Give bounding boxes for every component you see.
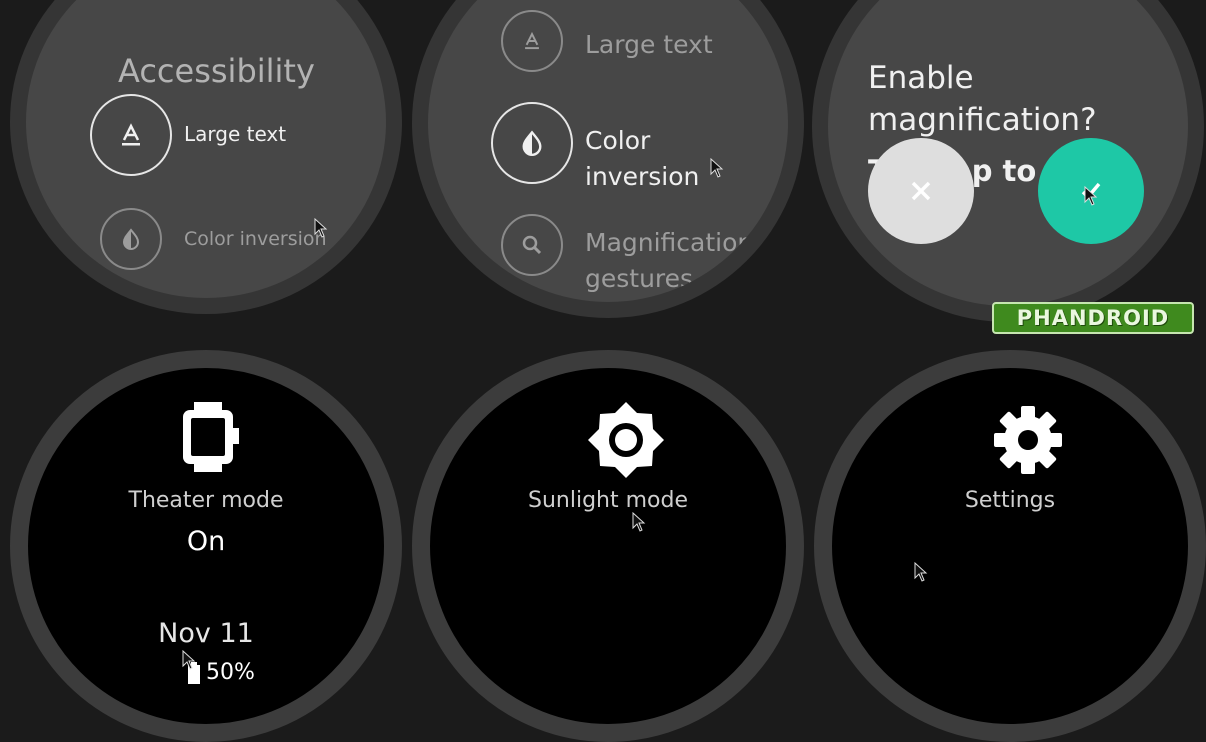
large-text-button[interactable]: [501, 10, 563, 72]
confirm-button[interactable]: [1038, 138, 1144, 244]
page-title: Accessibility: [118, 52, 315, 90]
battery-level: 50%: [206, 660, 255, 685]
large-text-label: Large text: [585, 30, 713, 59]
magnification-label-line2: gestures: [585, 264, 694, 293]
color-inversion-button[interactable]: [491, 102, 573, 184]
sunlight-icon: [588, 402, 664, 478]
large-text-label: Large text: [184, 122, 287, 146]
watch-accessibility-list: Large text Color inversion Magnification…: [412, 0, 804, 318]
large-text-icon: [122, 123, 140, 146]
color-inversion-icon: [122, 228, 140, 250]
dialog-question-line1: Enable: [868, 60, 974, 96]
large-text-button[interactable]: [90, 94, 172, 176]
magnification-label-line1: Magnification: [585, 228, 754, 257]
battery-indicator: 50%: [188, 660, 255, 685]
color-inversion-icon: [522, 130, 542, 156]
watch-sunlight-mode: Sunlight mode: [412, 350, 804, 742]
mouse-cursor-icon: [914, 562, 928, 582]
watch-settings: Settings: [814, 350, 1206, 742]
color-inversion-label-line1: Color: [585, 126, 651, 155]
cancel-button[interactable]: [868, 138, 974, 244]
mouse-cursor-icon: [632, 512, 646, 532]
watch-accessibility-menu: Accessibility Large text Color inversion: [10, 0, 402, 314]
mouse-cursor-icon: [182, 650, 196, 670]
date-label: Nov 11: [158, 618, 254, 649]
theater-mode-label: Theater mode: [128, 488, 284, 513]
large-text-icon: [525, 31, 539, 50]
close-icon: [911, 181, 931, 201]
sunlight-mode-label: Sunlight mode: [528, 488, 688, 513]
color-inversion-label-line2: inversion: [585, 162, 700, 191]
mouse-cursor-icon: [314, 218, 328, 238]
gear-icon: [994, 406, 1062, 474]
watch-icon: [183, 402, 239, 472]
phandroid-watermark: PHANDROID: [992, 302, 1194, 334]
dialog-question-line2: magnification?: [868, 102, 1097, 138]
settings-label[interactable]: Settings: [832, 488, 1188, 513]
mouse-cursor-icon: [1084, 186, 1098, 206]
mouse-cursor-icon: [710, 158, 724, 178]
theater-mode-status: On: [186, 526, 226, 557]
magnification-icon: [522, 235, 542, 255]
watch-theater-mode: Theater mode On Nov 11 50%: [10, 350, 402, 742]
color-inversion-button[interactable]: [100, 208, 162, 270]
color-inversion-label: Color inversion: [184, 228, 327, 250]
watch-magnification-dialog: Enable magnification? T tap to z: [812, 0, 1204, 322]
magnification-button[interactable]: [501, 214, 563, 276]
